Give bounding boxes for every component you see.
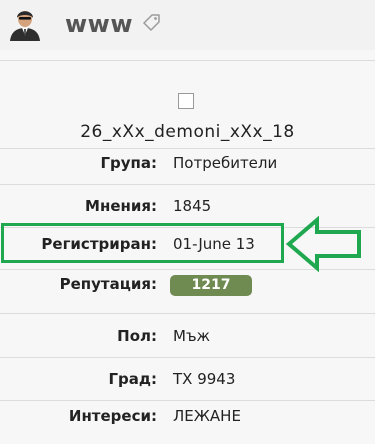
- divider: [0, 357, 375, 358]
- field-row-group: Група: Потребители: [0, 150, 375, 180]
- posts-value: 1845: [173, 197, 212, 215]
- divider: [0, 148, 375, 149]
- username[interactable]: www: [65, 10, 133, 38]
- group-value: Потребители: [173, 154, 278, 172]
- field-row-city: Град: TX 9943: [0, 366, 375, 396]
- reputation-badge: 1217: [170, 275, 252, 296]
- interests-value: ЛЕЖАНЕ: [173, 407, 241, 425]
- left-arrow-icon: [286, 216, 361, 272]
- tag-icon[interactable]: [143, 13, 161, 31]
- reputation-label: Репутация:: [59, 275, 157, 293]
- group-label: Група:: [100, 154, 157, 172]
- select-checkbox[interactable]: [178, 93, 194, 109]
- interests-label: Интереси:: [68, 407, 157, 425]
- field-row-reputation: Репутация: 1217: [0, 271, 375, 301]
- profile-name: 26_xXx_demoni_xXx_18: [80, 122, 295, 142]
- gender-value: Мъж: [173, 327, 211, 345]
- divider: [0, 184, 375, 185]
- highlight-box: [1, 223, 284, 263]
- gender-label: Пол:: [117, 327, 157, 345]
- divider: [0, 313, 375, 314]
- divider: [0, 400, 375, 401]
- posts-label: Мнения:: [85, 197, 157, 215]
- city-value: TX 9943: [173, 370, 236, 388]
- field-row-interests: Интереси: ЛЕЖАНЕ: [0, 403, 375, 433]
- user-avatar-icon[interactable]: [7, 5, 43, 41]
- field-row-gender: Пол: Мъж: [0, 323, 375, 353]
- profile-header: www: [0, 0, 375, 50]
- divider: [0, 60, 375, 61]
- city-label: Град:: [108, 370, 157, 388]
